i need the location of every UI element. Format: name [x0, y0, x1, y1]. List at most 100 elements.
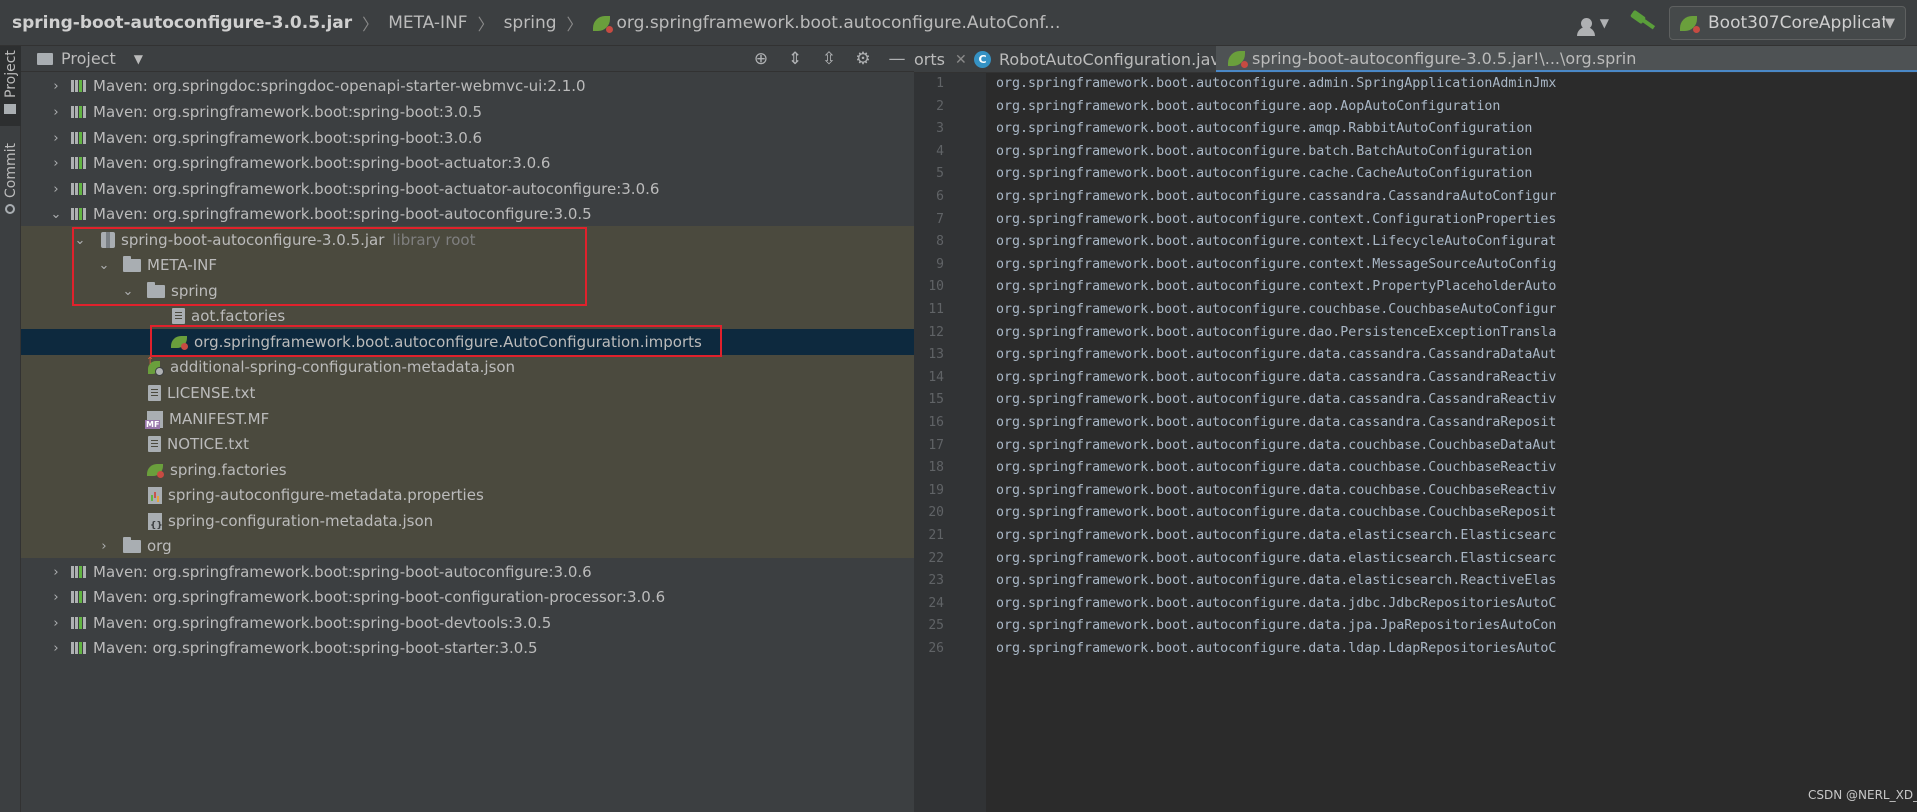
chevron-down-icon[interactable]: ▼	[134, 52, 143, 66]
gear-icon[interactable]: ⚙	[846, 49, 880, 69]
tree-item[interactable]: › Maven: org.springdoc:springdoc-openapi…	[21, 73, 914, 99]
tree-item[interactable]: › Maven: org.springframework.boot:spring…	[21, 559, 914, 585]
line-number: 17	[928, 438, 944, 453]
tab-imports[interactable]: orts ✕	[914, 46, 967, 72]
code-line[interactable]: org.springframework.boot.autoconfigure.d…	[996, 505, 1917, 520]
tree-item[interactable]: spring-configuration-metadata.json	[21, 508, 914, 534]
tree-item-label: Maven: org.springframework.boot:spring-b…	[93, 180, 660, 198]
line-number: 21	[928, 528, 944, 543]
library-icon	[71, 182, 87, 196]
chevron-right-icon[interactable]: ›	[49, 616, 63, 631]
breadcrumb-item-meta-inf[interactable]: META-INF	[388, 13, 467, 33]
code-line[interactable]: org.springframework.boot.autoconfigure.d…	[996, 392, 1917, 407]
code-line[interactable]: org.springframework.boot.autoconfigure.c…	[996, 279, 1917, 294]
tree-item[interactable]: LICENSE.txt	[21, 380, 914, 406]
code-line[interactable]: org.springframework.boot.autoconfigure.d…	[996, 551, 1917, 566]
line-number: 10	[928, 279, 944, 294]
project-tool-tab[interactable]: Project	[0, 46, 21, 126]
chevron-right-icon[interactable]: ›	[97, 539, 111, 554]
code-line[interactable]: org.springframework.boot.autoconfigure.d…	[996, 483, 1917, 498]
code-line[interactable]: org.springframework.boot.autoconfigure.a…	[996, 99, 1917, 114]
chevron-right-icon[interactable]: ›	[49, 131, 63, 146]
project-panel-title[interactable]: Project	[61, 49, 116, 68]
line-number: 26	[928, 641, 944, 656]
vcs-user-button[interactable]: ▼	[1576, 11, 1609, 36]
build-hammer-icon[interactable]	[1627, 10, 1653, 36]
tree-item[interactable]: spring-autoconfigure-metadata.properties	[21, 482, 914, 508]
chevron-right-icon[interactable]: ›	[49, 105, 63, 120]
code-line[interactable]: org.springframework.boot.autoconfigure.d…	[996, 460, 1917, 475]
chevron-right-icon[interactable]: ›	[49, 590, 63, 605]
tree-item[interactable]: › Maven: org.springframework.boot:spring…	[21, 610, 914, 636]
class-icon: C	[974, 51, 991, 68]
line-number: 8	[936, 234, 944, 249]
library-icon	[71, 207, 87, 221]
tree-item[interactable]: ↑ additional-spring-configuration-metada…	[21, 354, 914, 380]
project-tool-tab-label: Project	[3, 50, 19, 98]
run-configuration-selector[interactable]: Boot307CoreApplication ▼	[1669, 6, 1906, 40]
code-line[interactable]: org.springframework.boot.autoconfigure.c…	[996, 212, 1917, 227]
tab-label: RobotAutoConfiguration.java	[999, 50, 1230, 69]
chevron-right-icon[interactable]: ›	[49, 182, 63, 197]
code-line[interactable]: org.springframework.boot.autoconfigure.a…	[996, 121, 1917, 136]
chevron-right-icon[interactable]: ›	[49, 79, 63, 94]
code-line[interactable]: org.springframework.boot.autoconfigure.d…	[996, 641, 1917, 656]
minimize-icon[interactable]: —	[880, 49, 914, 69]
tree-item[interactable]: › Maven: org.springframework.boot:spring…	[21, 150, 914, 176]
collapse-all-icon[interactable]: ⇳	[812, 49, 846, 69]
tab-label: orts	[914, 50, 945, 69]
code-line[interactable]: org.springframework.boot.autoconfigure.d…	[996, 596, 1917, 611]
code-line[interactable]: org.springframework.boot.autoconfigure.d…	[996, 573, 1917, 588]
tree-item[interactable]: MANIFEST.MF	[21, 406, 914, 432]
code-line[interactable]: org.springframework.boot.autoconfigure.c…	[996, 189, 1917, 204]
tree-item[interactable]: › Maven: org.springframework.boot:spring…	[21, 635, 914, 661]
tree-item-label: org	[147, 537, 172, 555]
close-icon[interactable]: ✕	[955, 52, 967, 68]
tree-item[interactable]: spring.factories	[21, 457, 914, 483]
code-line[interactable]: org.springframework.boot.autoconfigure.d…	[996, 347, 1917, 362]
breadcrumb-item-spring[interactable]: spring	[504, 13, 557, 33]
file-icon	[148, 436, 161, 452]
tree-item-label: Maven: org.springframework.boot:spring-b…	[93, 129, 483, 147]
line-number: 22	[928, 551, 944, 566]
code-line[interactable]: org.springframework.boot.autoconfigure.c…	[996, 166, 1917, 181]
code-line[interactable]: org.springframework.boot.autoconfigure.b…	[996, 144, 1917, 159]
line-number: 9	[936, 257, 944, 272]
code-line[interactable]: org.springframework.boot.autoconfigure.d…	[996, 415, 1917, 430]
highlight-box	[150, 325, 722, 357]
code-line[interactable]: org.springframework.boot.autoconfigure.c…	[996, 234, 1917, 249]
tree-item[interactable]: › org	[21, 533, 914, 559]
tree-item[interactable]: › Maven: org.springframework.boot:spring…	[21, 99, 914, 125]
locate-icon[interactable]: ⊕	[744, 49, 778, 69]
library-icon	[71, 79, 87, 93]
commit-tool-tab[interactable]: Commit	[0, 136, 21, 216]
code-line[interactable]: org.springframework.boot.autoconfigure.c…	[996, 302, 1917, 317]
code-line[interactable]: org.springframework.boot.autoconfigure.d…	[996, 528, 1917, 543]
tab-robot-auto-configuration[interactable]: C RobotAutoConfiguration.java ✕	[966, 46, 1251, 72]
code-line[interactable]: org.springframework.boot.autoconfigure.a…	[996, 76, 1917, 91]
tree-item-label: Maven: org.springframework.boot:spring-b…	[93, 154, 551, 172]
tab-autoconfiguration-imports[interactable]: spring-boot-autoconfigure-3.0.5.jar!\...…	[1216, 46, 1917, 72]
library-icon	[71, 131, 87, 145]
code-line[interactable]: org.springframework.boot.autoconfigure.d…	[996, 438, 1917, 453]
code-line[interactable]: org.springframework.boot.autoconfigure.d…	[996, 325, 1917, 340]
library-icon	[71, 616, 87, 630]
code-line[interactable]: org.springframework.boot.autoconfigure.d…	[996, 370, 1917, 385]
code-line[interactable]: org.springframework.boot.autoconfigure.d…	[996, 618, 1917, 633]
chevron-right-icon[interactable]: ›	[49, 641, 63, 656]
tree-item[interactable]: ⌄ Maven: org.springframework.boot:spring…	[21, 201, 914, 227]
breadcrumb-item-imports-file[interactable]: org.springframework.boot.autoconfigure.A…	[617, 13, 1061, 33]
tree-item[interactable]: NOTICE.txt	[21, 431, 914, 457]
tree-item-label: Maven: org.springdoc:springdoc-openapi-s…	[93, 77, 586, 95]
line-number: 14	[928, 370, 944, 385]
expand-all-icon[interactable]: ⇕	[778, 49, 812, 69]
chevron-right-icon[interactable]: ›	[49, 156, 63, 171]
tree-item[interactable]: › Maven: org.springframework.boot:spring…	[21, 176, 914, 202]
code-line[interactable]: org.springframework.boot.autoconfigure.c…	[996, 257, 1917, 272]
chevron-right-icon[interactable]: ›	[49, 565, 63, 580]
breadcrumb-item-jar[interactable]: spring-boot-autoconfigure-3.0.5.jar	[12, 13, 352, 33]
tree-item[interactable]: › Maven: org.springframework.boot:spring…	[21, 125, 914, 151]
tree-item[interactable]: › Maven: org.springframework.boot:spring…	[21, 584, 914, 610]
chevron-down-icon[interactable]: ⌄	[49, 207, 63, 222]
editor-tabs: orts ✕ C RobotAutoConfiguration.java ✕ s…	[914, 46, 1917, 73]
